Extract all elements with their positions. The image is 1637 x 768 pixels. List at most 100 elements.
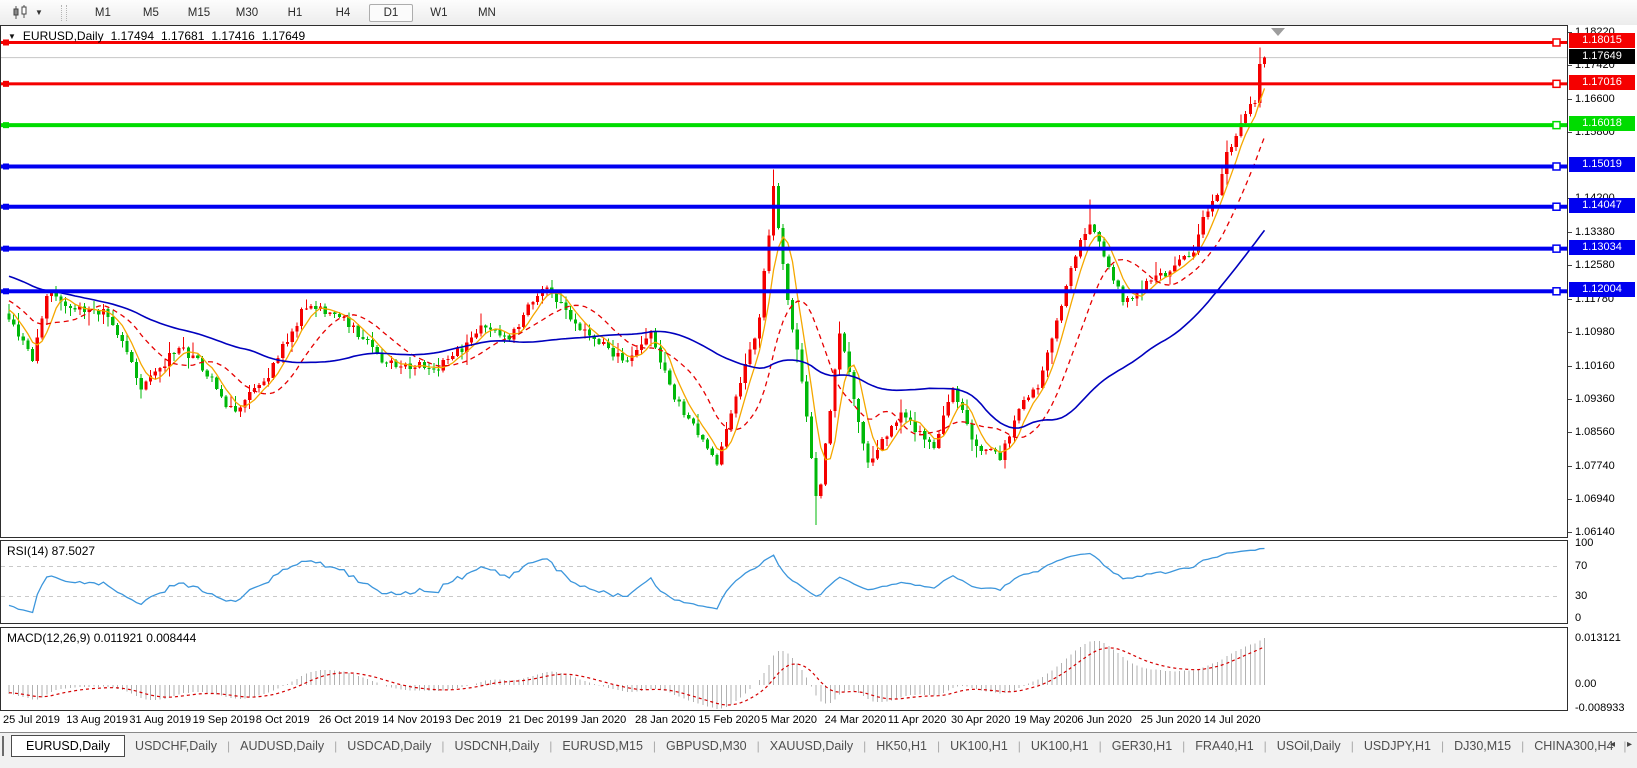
macd-histogram [8, 638, 1266, 709]
toolbar: ▼ M1 M5 M15 M30 H1 H4 D1 W1 MN [0, 0, 1637, 26]
rsi-panel[interactable]: RSI(14) 87.5027 [0, 540, 1568, 624]
title-open: 1.17494 [110, 29, 154, 43]
dropdown-caret-icon: ▼ [35, 8, 43, 17]
rsi-label: RSI(14) 87.5027 [7, 544, 96, 558]
moving-average-5 [8, 88, 1266, 461]
time-axis-label: 14 Jul 2020 [1203, 714, 1261, 726]
rsi-axis-label: 0 [1575, 612, 1582, 624]
price-tick-label: 1.10160 [1568, 360, 1615, 373]
time-axis-label: 31 Aug 2019 [129, 714, 192, 726]
chart-tab[interactable]: AUDUSD,Daily [230, 736, 334, 756]
chart-tab[interactable]: FRA40,H1 [1185, 736, 1263, 756]
chart-tab[interactable]: USDCHF,Daily [125, 736, 227, 756]
horizontal-level-line[interactable] [1, 120, 1567, 130]
chart-area: ▼ EURUSD,Daily 1.17494 1.17681 1.17416 1… [0, 25, 1637, 732]
macd-axis-label: -0.008933 [1575, 702, 1625, 714]
horizontal-level-line[interactable] [1, 79, 1567, 89]
timeframe-button-m15[interactable]: M15 [177, 4, 221, 22]
chart-tab[interactable]: EURUSD,M15 [552, 736, 653, 756]
chart-tab[interactable]: CHINA300,H4 [1524, 736, 1623, 756]
candles-layer [7, 47, 1267, 525]
horizontal-level-line[interactable] [1, 162, 1567, 171]
title-close: 1.17649 [261, 29, 306, 43]
time-axis-label: 5 Mar 2020 [761, 714, 818, 726]
price-axis[interactable]: 1.182201.174201.166001.158001.142001.133… [1568, 25, 1637, 732]
current-price-badge: 1.17649 [1569, 48, 1635, 64]
chart-tab[interactable]: USDCNH,Daily [444, 736, 549, 756]
chart-tab-bar: EURUSD,Daily USDCHF,Daily | AUDUSD,Daily | US… [0, 732, 1637, 768]
chart-tab[interactable]: GBPUSD,M30 [656, 736, 757, 756]
rsi-canvas[interactable] [1, 541, 1567, 623]
price-chart-canvas[interactable] [1, 26, 1567, 537]
horizontal-level-line[interactable] [1, 287, 1567, 296]
candlestick-chart-icon [13, 5, 27, 19]
tabbar-grip [2, 736, 7, 756]
macd-axis-label: 0.00 [1575, 678, 1597, 690]
price-level-badge: 1.13034 [1569, 239, 1635, 255]
chart-tab[interactable]: EURUSD,Daily [11, 735, 126, 757]
timeframe-buttons: M1 M5 M15 M30 H1 H4 D1 W1 MN [79, 3, 511, 22]
chart-tab[interactable]: USDCAD,Daily [337, 736, 441, 756]
chart-tab[interactable]: UK100,H1 [940, 736, 1018, 756]
time-axis-label: 8 Oct 2019 [255, 714, 310, 726]
timeframe-button-w1[interactable]: W1 [417, 4, 461, 22]
tab-scroll-right-icon[interactable]: ▸ [1627, 739, 1632, 750]
title-caret-icon[interactable]: ▼ [8, 32, 16, 41]
macd-label: MACD(12,26,9) 0.011921 0.008444 [7, 631, 197, 645]
toolbar-grip [60, 4, 67, 21]
chart-tab[interactable]: HK50,H1 [866, 736, 937, 756]
chart-tab[interactable]: USOil,Daily [1267, 736, 1351, 756]
rsi-axis-label: 30 [1575, 589, 1588, 602]
price-tick-label: 1.12580 [1568, 259, 1615, 272]
price-tick-label: 1.06940 [1568, 493, 1615, 506]
main-chart-panel[interactable]: ▼ EURUSD,Daily 1.17494 1.17681 1.17416 1… [0, 25, 1568, 538]
time-axis[interactable]: 25 Jul 2019 13 Aug 2019 31 Aug 2019 19 Sep … [0, 711, 1568, 732]
tab-scroll-left-icon[interactable]: ◂ [1610, 739, 1615, 750]
time-axis-label: 28 Jan 2020 [635, 714, 696, 726]
chart-tab[interactable]: USDJPY,H1 [1354, 736, 1441, 756]
horizontal-level-line[interactable] [1, 202, 1567, 211]
timeframe-button-m1[interactable]: M1 [81, 4, 125, 22]
chart-tab[interactable]: DJ30,M15 [1444, 736, 1521, 756]
timeframe-button-h4[interactable]: H4 [321, 4, 365, 22]
timeframe-button-h1[interactable]: H1 [273, 4, 317, 22]
timeframe-button-m30[interactable]: M30 [225, 4, 269, 22]
time-axis-label: 15 Feb 2020 [698, 714, 760, 726]
chart-tab[interactable]: UK100,H1 [1021, 736, 1099, 756]
time-axis-label: 26 Oct 2019 [319, 714, 379, 726]
time-axis-label: 19 Sep 2019 [192, 714, 255, 726]
title-symbol-period: EURUSD,Daily [22, 29, 104, 43]
chart-tab[interactable]: XAUUSD,Daily [760, 736, 863, 756]
price-tick-label: 1.08560 [1568, 426, 1615, 439]
price-level-badge: 1.12004 [1569, 282, 1635, 298]
price-tick-label: 1.07740 [1568, 460, 1615, 473]
price-tick-label: 1.10980 [1568, 326, 1615, 339]
rsi-axis-label: 70 [1575, 559, 1588, 572]
time-axis-label: 9 Jan 2020 [571, 714, 627, 726]
price-tick-label: 1.09360 [1568, 393, 1615, 406]
price-level-badge: 1.16018 [1569, 116, 1635, 132]
rsi-line [8, 547, 1265, 614]
macd-canvas[interactable] [1, 628, 1567, 710]
price-level-badge: 1.18015 [1569, 33, 1635, 49]
time-axis-label: 19 May 2020 [1014, 714, 1078, 726]
chart-shift-marker[interactable] [1271, 28, 1285, 36]
price-level-badge: 1.17016 [1569, 74, 1635, 90]
timeframe-button-m5[interactable]: M5 [129, 4, 173, 22]
title-low: 1.17416 [211, 29, 255, 43]
title-high: 1.17681 [161, 29, 205, 43]
macd-panel[interactable]: MACD(12,26,9) 0.011921 0.008444 [0, 627, 1568, 711]
chart-tab[interactable]: GER30,H1 [1102, 736, 1182, 756]
time-axis-label: 30 Apr 2020 [951, 714, 1011, 726]
timeframe-button-mn[interactable]: MN [465, 4, 509, 22]
price-level-badge: 1.15019 [1569, 157, 1635, 173]
time-axis-label: 25 Jun 2020 [1140, 714, 1202, 726]
chart-type-dropdown[interactable]: ▼ [8, 3, 47, 22]
chart-tabs: EURUSD,Daily USDCHF,Daily | AUDUSD,Daily | US… [11, 735, 1627, 757]
time-axis-label: 24 Mar 2020 [824, 714, 887, 726]
time-axis-label: 21 Dec 2019 [508, 714, 571, 726]
price-tick-label: 1.16600 [1568, 93, 1615, 106]
time-axis-label: 13 Aug 2019 [66, 714, 128, 726]
time-axis-label: 3 Dec 2019 [445, 714, 502, 726]
timeframe-button-d1[interactable]: D1 [368, 3, 413, 22]
